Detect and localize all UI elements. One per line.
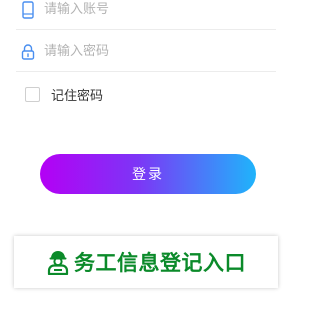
login-button[interactable]: 登录 — [40, 154, 256, 194]
remember-password[interactable]: 记住密码 — [25, 85, 103, 104]
remember-checkbox[interactable] — [25, 87, 40, 102]
password-field — [16, 36, 276, 72]
phone-icon — [20, 1, 36, 19]
phone-underline — [16, 29, 276, 30]
password-underline — [16, 71, 276, 72]
phone-input[interactable] — [44, 0, 269, 24]
worker-icon — [46, 249, 70, 276]
phone-field — [16, 0, 276, 30]
lock-icon — [20, 43, 36, 61]
entry-label: 务工信息登记入口 — [74, 251, 246, 275]
worker-registration-entry[interactable]: 务工信息登记入口 — [14, 236, 278, 288]
remember-label: 记住密码 — [51, 89, 104, 104]
password-input[interactable] — [44, 36, 269, 66]
